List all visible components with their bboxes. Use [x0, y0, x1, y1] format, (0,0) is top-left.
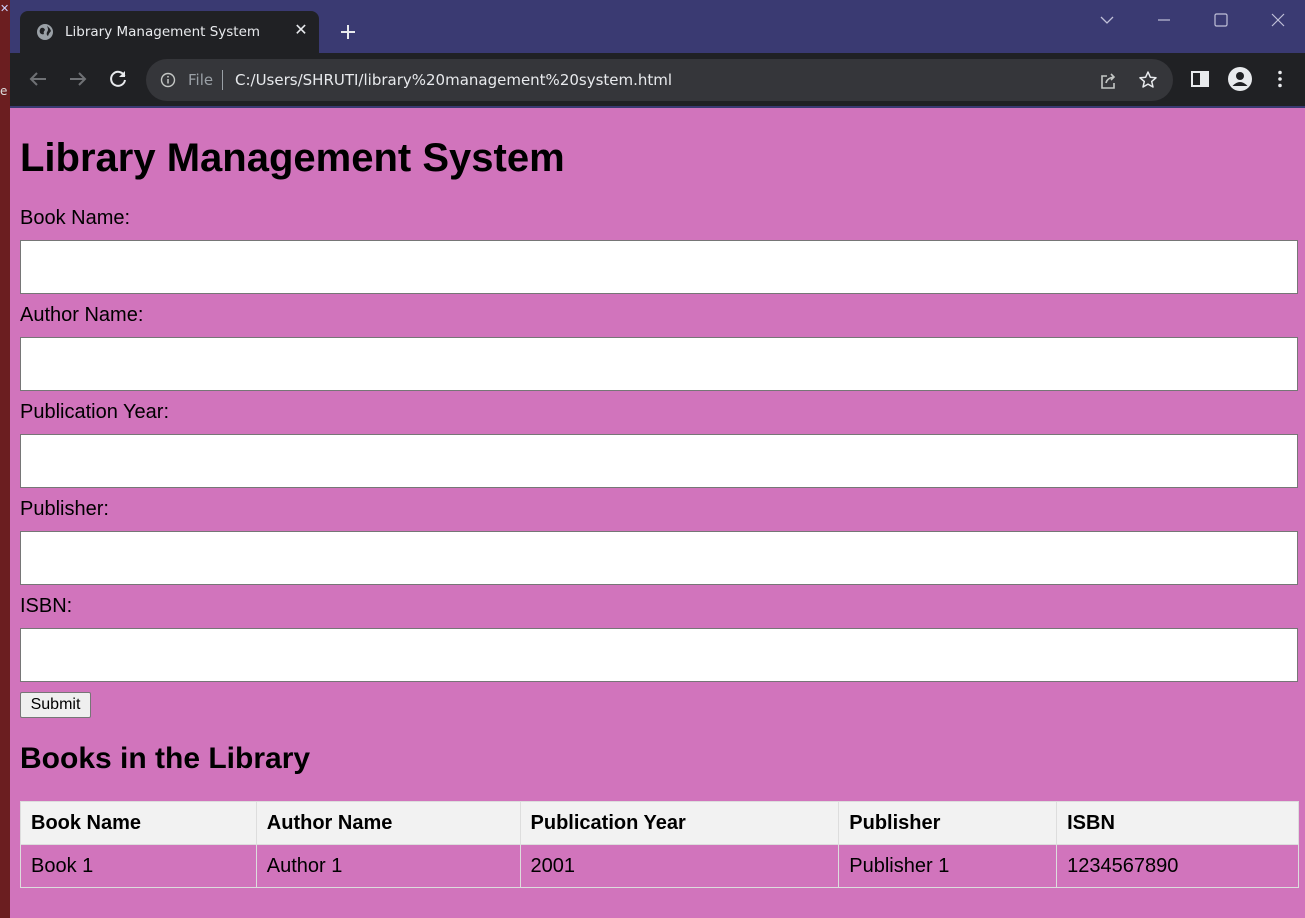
- books-table: Book Name Author Name Publication Year P…: [20, 801, 1299, 888]
- cell-publication-year: 2001: [519, 844, 840, 888]
- address-bar[interactable]: File C:/Users/SHRUTI/library%20managemen…: [146, 59, 1173, 101]
- reload-icon[interactable]: [106, 67, 130, 91]
- cell-publisher: Publisher 1: [838, 844, 1058, 888]
- column-header-author-name: Author Name: [255, 801, 521, 845]
- browser-window: Library Management System ✕ File C:/User…: [10, 0, 1305, 918]
- scheme-label: File: [188, 71, 214, 89]
- author-name-label: Author Name:: [20, 304, 144, 326]
- author-name-input[interactable]: [20, 337, 1298, 391]
- publisher-label: Publisher:: [20, 498, 109, 520]
- publication-year-input[interactable]: [20, 434, 1298, 488]
- column-header-isbn: ISBN: [1056, 801, 1299, 845]
- chevron-down-icon[interactable]: [1097, 10, 1117, 30]
- publisher-input[interactable]: [20, 531, 1298, 585]
- close-window-icon[interactable]: [1268, 10, 1288, 30]
- globe-icon: [37, 24, 53, 40]
- forward-arrow-icon[interactable]: [66, 67, 90, 91]
- cell-isbn: 1234567890: [1056, 844, 1299, 888]
- edge-glyph-top: ✕: [0, 2, 10, 15]
- tab-strip: Library Management System ✕: [10, 0, 1305, 53]
- isbn-label: ISBN:: [20, 595, 73, 617]
- edge-glyph-middle: e: [0, 84, 8, 98]
- info-icon[interactable]: [160, 72, 176, 88]
- plus-icon[interactable]: [336, 20, 360, 44]
- publication-year-label: Publication Year:: [20, 401, 170, 423]
- profile-icon[interactable]: [1228, 67, 1252, 91]
- side-panel-icon[interactable]: [1188, 67, 1212, 91]
- url-text[interactable]: C:/Users/SHRUTI/library%20management%20s…: [235, 71, 672, 89]
- browser-toolbar: File C:/Users/SHRUTI/library%20managemen…: [10, 53, 1305, 106]
- minimize-icon[interactable]: [1154, 10, 1174, 30]
- more-vertical-icon[interactable]: [1268, 67, 1292, 91]
- page-title: Library Management System: [20, 136, 565, 180]
- background-window-edge: ✕ e: [0, 0, 10, 918]
- book-name-input[interactable]: [20, 240, 1298, 294]
- table-header-row: Book Name Author Name Publication Year P…: [20, 801, 1299, 845]
- books-list-title: Books in the Library: [20, 742, 311, 775]
- cell-author-name: Author 1: [255, 844, 521, 888]
- maximize-icon[interactable]: [1211, 10, 1231, 30]
- isbn-input[interactable]: [20, 628, 1298, 682]
- column-header-publisher: Publisher: [838, 801, 1058, 845]
- column-header-publication-year: Publication Year: [519, 801, 840, 845]
- column-header-book-name: Book Name: [20, 801, 257, 845]
- page-content: Library Management System Book Name: Aut…: [10, 108, 1305, 918]
- tab-title: Library Management System: [65, 24, 261, 40]
- submit-button[interactable]: Submit: [20, 692, 91, 718]
- table-row: Book 1 Author 1 2001 Publisher 1 1234567…: [20, 844, 1299, 888]
- book-name-label: Book Name:: [20, 207, 131, 229]
- cell-book-name: Book 1: [20, 844, 257, 888]
- active-tab[interactable]: Library Management System ✕: [20, 11, 319, 53]
- share-icon[interactable]: [1098, 71, 1118, 91]
- close-icon[interactable]: ✕: [291, 20, 311, 40]
- back-arrow-icon[interactable]: [26, 67, 50, 91]
- star-icon[interactable]: [1138, 70, 1158, 90]
- address-separator: [222, 70, 223, 90]
